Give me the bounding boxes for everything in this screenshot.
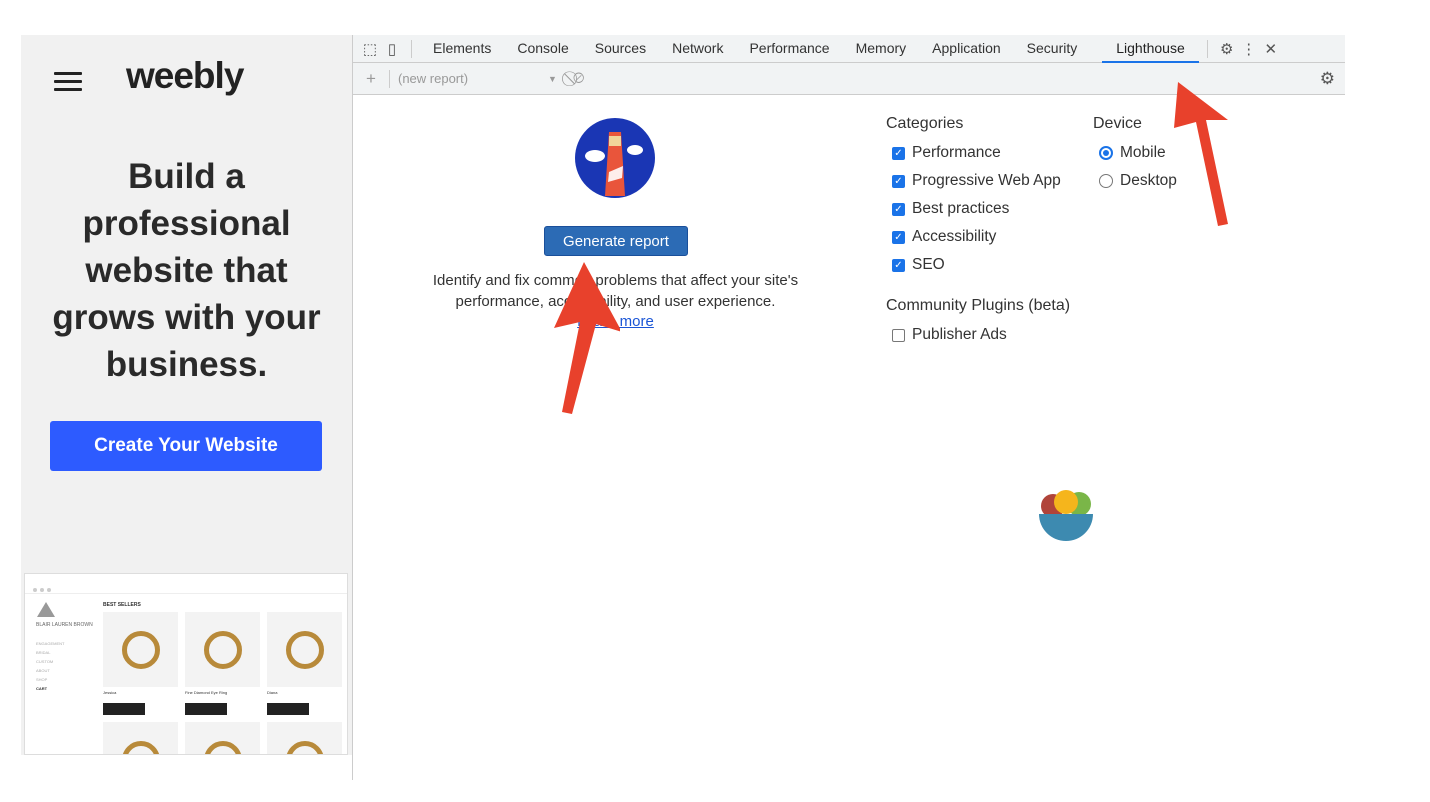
- checkbox-checked-icon[interactable]: ✓: [892, 258, 905, 272]
- dropdown-arrow-icon[interactable]: ▼: [548, 74, 557, 84]
- lighthouse-description: Identify and fix common problems that af…: [408, 271, 823, 333]
- checkbox-checked-icon[interactable]: ✓: [892, 174, 905, 188]
- preview-product: Jessica: [103, 612, 178, 715]
- ring-image: [285, 630, 324, 669]
- preview-window-bar: [25, 574, 347, 594]
- more-options-icon[interactable]: ⋮: [1238, 40, 1260, 58]
- plugin-publisher-ads[interactable]: Publisher Ads: [886, 321, 1070, 349]
- tab-network[interactable]: Network: [659, 35, 736, 63]
- category-seo[interactable]: ✓ SEO: [886, 251, 1070, 279]
- tab-lighthouse[interactable]: Lighthouse: [1102, 35, 1199, 63]
- checkbox-checked-icon[interactable]: ✓: [892, 202, 905, 216]
- category-label: Performance: [912, 144, 1001, 161]
- preview-nav-item: BRIDAL: [36, 650, 51, 655]
- tab-performance[interactable]: Performance: [736, 35, 842, 63]
- preview-product: [267, 722, 342, 754]
- plugins-title: Community Plugins (beta): [886, 297, 1071, 314]
- categories-title: Categories: [886, 115, 964, 132]
- tab-application[interactable]: Application: [919, 35, 1014, 63]
- tab-security[interactable]: Security: [1014, 35, 1091, 63]
- ring-image: [121, 630, 160, 669]
- preview-product-grid: Jessica Fine Diamond Eye Ring Diana: [103, 612, 342, 754]
- device-title: Device: [1093, 115, 1142, 132]
- category-pwa[interactable]: ✓ Progressive Web App: [886, 167, 1070, 195]
- preview-nav-item: SHOP: [36, 677, 48, 682]
- device-mobile[interactable]: Mobile: [1093, 139, 1177, 167]
- add-to-cart-button: [267, 703, 309, 715]
- preview-logo-icon: [37, 602, 55, 617]
- ring-image: [203, 630, 242, 669]
- learn-more-link[interactable]: Learn more: [577, 313, 654, 330]
- add-report-icon[interactable]: +: [353, 69, 389, 89]
- preview-nav-item: CART: [36, 686, 48, 691]
- lighthouse-logo: [575, 118, 655, 198]
- checkbox-unchecked-icon[interactable]: [892, 328, 905, 342]
- category-performance[interactable]: ✓ Performance: [886, 139, 1070, 167]
- tab-console[interactable]: Console: [504, 35, 581, 63]
- plugin-label: Publisher Ads: [912, 326, 1007, 343]
- close-icon[interactable]: ✕: [1260, 40, 1282, 58]
- add-to-cart-button: [103, 703, 145, 715]
- tab-sources[interactable]: Sources: [582, 35, 659, 63]
- description-text: Identify and fix common problems that af…: [432, 272, 799, 310]
- lighthouse-settings-icon[interactable]: ⚙: [1320, 69, 1335, 89]
- preview-nav-item: CUSTOM: [36, 659, 54, 664]
- clear-icon[interactable]: ⃠⊘: [573, 70, 585, 87]
- preview-section-title: BEST SELLERS: [103, 602, 141, 608]
- preview-product: [103, 722, 178, 754]
- category-best-practices[interactable]: ✓ Best practices: [886, 195, 1070, 223]
- hero-headline: Build a professional website that grows …: [52, 157, 321, 384]
- weebly-logo[interactable]: weebly: [126, 55, 244, 97]
- create-website-button[interactable]: Create Your Website: [50, 421, 322, 471]
- category-label: SEO: [912, 256, 945, 273]
- hamburger-menu-icon[interactable]: [54, 72, 82, 96]
- devtools-tabbar: ⬚ ▯ Elements Console Sources Network Per…: [353, 35, 1345, 63]
- generate-report-button[interactable]: Generate report: [544, 226, 688, 256]
- preview-product: Fine Diamond Eye Ring: [185, 612, 260, 715]
- preview-product: Diana: [267, 612, 342, 715]
- category-accessibility[interactable]: ✓ Accessibility: [886, 223, 1070, 251]
- add-to-cart-button: [185, 703, 227, 715]
- preview-product: [185, 722, 260, 754]
- product-name: Diana: [267, 690, 278, 695]
- categories-section: Categories ✓ Performance ✓ Progressive Web…: [886, 115, 1070, 349]
- store-preview-image: BLAIR LAUREN BROWN ENGAGEMENT BRIDAL CUS…: [24, 573, 348, 755]
- tab-elements[interactable]: Elements: [420, 35, 504, 63]
- inspect-element-icon[interactable]: ⬚: [359, 40, 381, 58]
- checkbox-checked-icon[interactable]: ✓: [892, 230, 905, 244]
- preview-nav: ENGAGEMENT BRIDAL CUSTOM ABOUT SHOP CART: [36, 639, 64, 693]
- preview-brand: BLAIR LAUREN BROWN: [36, 622, 93, 628]
- device-desktop[interactable]: Desktop: [1093, 167, 1177, 195]
- product-name: Fine Diamond Eye Ring: [185, 690, 228, 695]
- category-label: Progressive Web App: [912, 172, 1061, 189]
- product-name: Jessica: [103, 690, 117, 695]
- preview-nav-item: ABOUT: [36, 668, 50, 673]
- device-section: Device Mobile Desktop: [1093, 115, 1177, 195]
- weebly-site-panel: weebly Build a professional website that…: [21, 35, 352, 755]
- device-label: Desktop: [1120, 172, 1177, 189]
- tab-memory[interactable]: Memory: [843, 35, 920, 63]
- device-toolbar-icon[interactable]: ▯: [381, 40, 403, 58]
- preview-nav-item: ENGAGEMENT: [36, 641, 65, 646]
- checkbox-checked-icon[interactable]: ✓: [892, 146, 905, 160]
- settings-gear-icon[interactable]: ⚙: [1216, 40, 1238, 58]
- radio-selected-icon[interactable]: [1099, 146, 1113, 160]
- category-label: Best practices: [912, 200, 1010, 217]
- radio-unselected-icon[interactable]: [1099, 174, 1113, 188]
- category-label: Accessibility: [912, 228, 997, 245]
- devtools-panel: ⬚ ▯ Elements Console Sources Network Per…: [352, 35, 1345, 780]
- report-select[interactable]: (new report): [398, 71, 548, 86]
- lighthouse-toolbar: + (new report) ▼ ⃠⊘ ⚙: [353, 63, 1345, 95]
- device-label: Mobile: [1120, 144, 1166, 161]
